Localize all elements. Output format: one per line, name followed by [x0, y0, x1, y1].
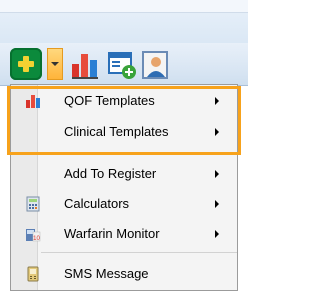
bar-chart-icon[interactable] [70, 50, 100, 80]
warfarin-icon: 10 [25, 226, 41, 242]
calculator-icon [25, 196, 41, 212]
add-button[interactable] [10, 48, 42, 80]
patient-icon[interactable] [141, 50, 171, 80]
submenu-arrow-icon [215, 170, 219, 178]
menu-item-warfarin-monitor[interactable]: 10 Warfarin Monitor [11, 220, 237, 248]
submenu-arrow-icon [215, 97, 219, 105]
menu-separator [41, 252, 237, 253]
menu-item-add-to-register[interactable]: Add To Register [11, 160, 237, 188]
submenu-arrow-icon [215, 200, 219, 208]
bar-chart-icon [25, 93, 41, 109]
menu-item-label: Clinical Templates [64, 124, 169, 139]
submenu-arrow-icon [215, 230, 219, 238]
submenu-arrow-icon [215, 128, 219, 136]
template-add-icon[interactable] [107, 50, 137, 80]
title-bar-strip [0, 0, 248, 13]
templates-dropdown-menu: QOF Templates Clinical Templates Add To … [10, 84, 238, 291]
chevron-down-icon [51, 62, 59, 66]
menu-item-label: Calculators [64, 196, 130, 211]
menu-item-clinical-templates[interactable]: Clinical Templates [11, 118, 237, 146]
menu-item-sms-message[interactable]: SMS Message [11, 260, 237, 288]
add-dropdown-button[interactable] [47, 48, 63, 80]
menu-item-label: Warfarin Monitor [64, 226, 160, 241]
menu-separator [41, 152, 237, 153]
menu-item-label: QOF Templates [64, 93, 155, 108]
menu-item-qof-templates[interactable]: QOF Templates [11, 87, 237, 115]
menu-item-label: Add To Register [64, 166, 157, 181]
menu-item-label: SMS Message [64, 266, 149, 281]
menu-item-calculators[interactable]: Calculators [11, 190, 237, 218]
svg-text:10: 10 [33, 236, 40, 242]
sms-icon [25, 266, 41, 282]
